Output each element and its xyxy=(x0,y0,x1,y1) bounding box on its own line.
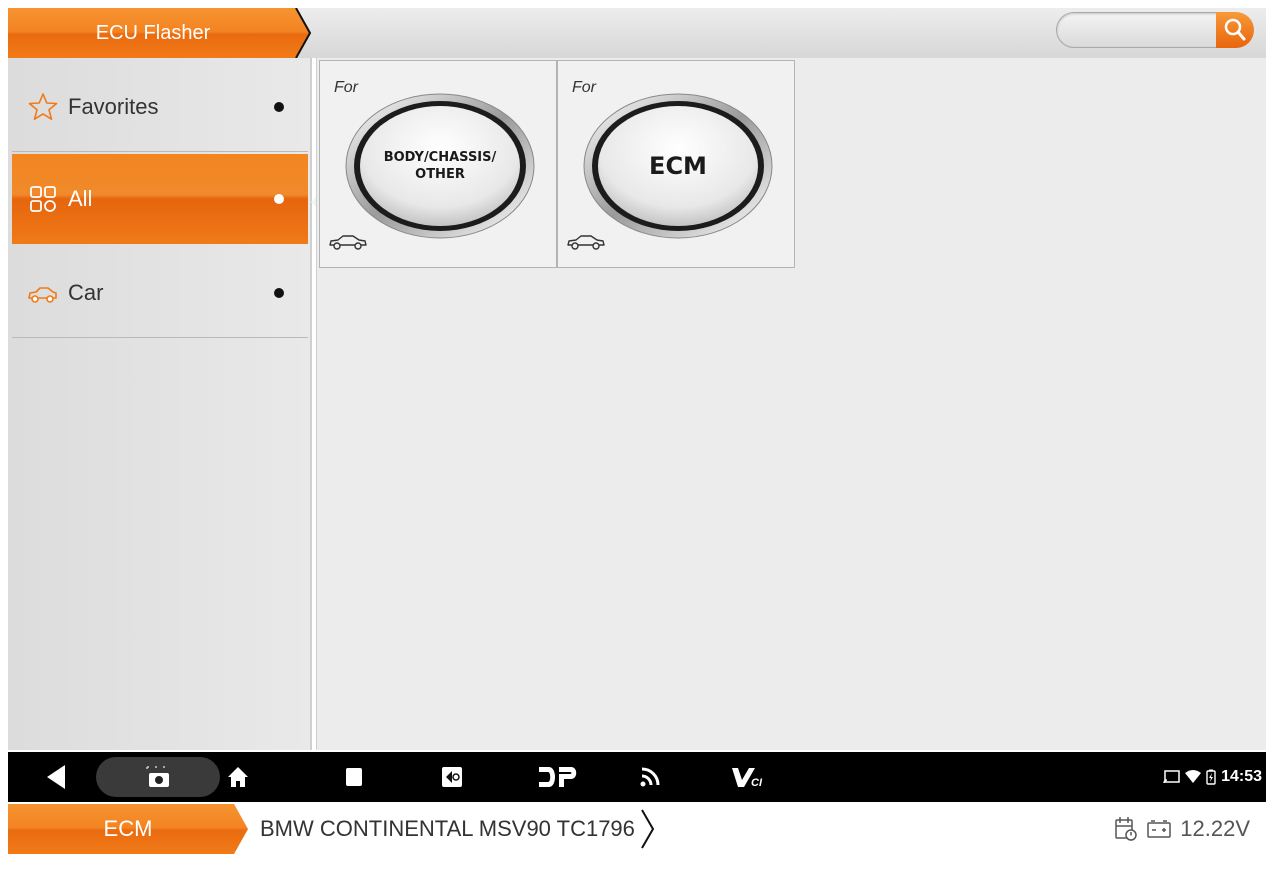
vehicle-battery-icon xyxy=(1147,820,1172,838)
module-label: ECM xyxy=(103,816,153,841)
battery-icon xyxy=(1206,769,1216,785)
sidebar-item-car[interactable]: Car xyxy=(8,248,312,338)
wireless-icon xyxy=(640,767,660,787)
status-area: 14:53 xyxy=(1163,752,1262,802)
card-label-line-1: BODY/CHASSIS/ xyxy=(383,150,497,165)
dp-icon xyxy=(539,767,577,787)
display-button[interactable] xyxy=(436,752,468,802)
vci-button[interactable]: CI xyxy=(728,752,768,802)
calendar-alert-icon xyxy=(1115,817,1138,841)
card-label-line-2: OTHER xyxy=(415,167,465,182)
vehicle-info-bar: ECM BMW CONTINENTAL MSV90 TC1796 12.22V xyxy=(8,804,1266,854)
divider xyxy=(12,337,308,338)
card-label: ECM xyxy=(649,152,707,180)
cast-icon xyxy=(1163,770,1180,784)
status-indicators: 12.22V xyxy=(1114,804,1250,854)
search-icon xyxy=(1216,12,1254,48)
title-tab: ECU Flasher xyxy=(8,8,318,58)
system-nav-bar: CI 14:53 xyxy=(8,752,1266,802)
screenshot-icon xyxy=(146,766,169,787)
car-icon xyxy=(28,287,57,303)
vci-icon: CI xyxy=(732,768,763,788)
status-dot xyxy=(274,194,284,204)
back-button[interactable] xyxy=(38,752,74,802)
function-grid: For BODY/CHASSIS/ OTHER For ECM xyxy=(316,58,1266,750)
back-icon xyxy=(47,765,65,789)
dp-button[interactable] xyxy=(534,752,582,802)
star-icon xyxy=(28,93,58,120)
card-label: BODY/CHASSIS/ OTHER xyxy=(344,91,536,241)
breadcrumb-separator-icon xyxy=(641,809,655,849)
screenshot-button[interactable] xyxy=(138,752,178,802)
vehicle-label: BMW CONTINENTAL MSV90 TC1796 xyxy=(260,816,635,841)
divider xyxy=(12,151,308,152)
display-icon xyxy=(442,767,462,787)
sidebar-item-all[interactable]: All xyxy=(12,154,308,244)
function-card-body-chassis-other[interactable]: For BODY/CHASSIS/ OTHER xyxy=(319,60,557,268)
page-title: ECU Flasher xyxy=(95,22,211,44)
grid-icon xyxy=(30,186,56,212)
function-card-ecm[interactable]: For ECM xyxy=(557,60,795,268)
status-dot xyxy=(274,288,284,298)
recents-icon xyxy=(346,768,362,786)
vehicle-breadcrumb: BMW CONTINENTAL MSV90 TC1796 xyxy=(260,804,655,854)
recents-button[interactable] xyxy=(338,752,370,802)
home-icon xyxy=(228,767,248,787)
car-icon xyxy=(329,235,367,250)
app-window: ECU Flasher Favorites All Car For BODY/C… xyxy=(0,0,1268,872)
car-icon xyxy=(567,235,605,250)
search-button[interactable] xyxy=(1216,12,1254,48)
status-time: 14:53 xyxy=(1221,768,1262,785)
sidebar: Favorites All Car xyxy=(8,58,312,750)
voltage-readout: 12.22V xyxy=(1180,816,1250,841)
wireless-button[interactable] xyxy=(632,752,668,802)
sidebar-item-favorites[interactable]: Favorites xyxy=(8,62,312,152)
status-dot xyxy=(274,102,284,112)
home-button[interactable] xyxy=(222,752,254,802)
svg-text:CI: CI xyxy=(751,777,763,788)
sidebar-item-label: Favorites xyxy=(68,94,159,119)
sidebar-item-label: All xyxy=(68,186,93,211)
wifi-icon xyxy=(1185,770,1202,783)
sidebar-item-label: Car xyxy=(68,280,104,305)
module-tab: ECM xyxy=(8,804,258,859)
